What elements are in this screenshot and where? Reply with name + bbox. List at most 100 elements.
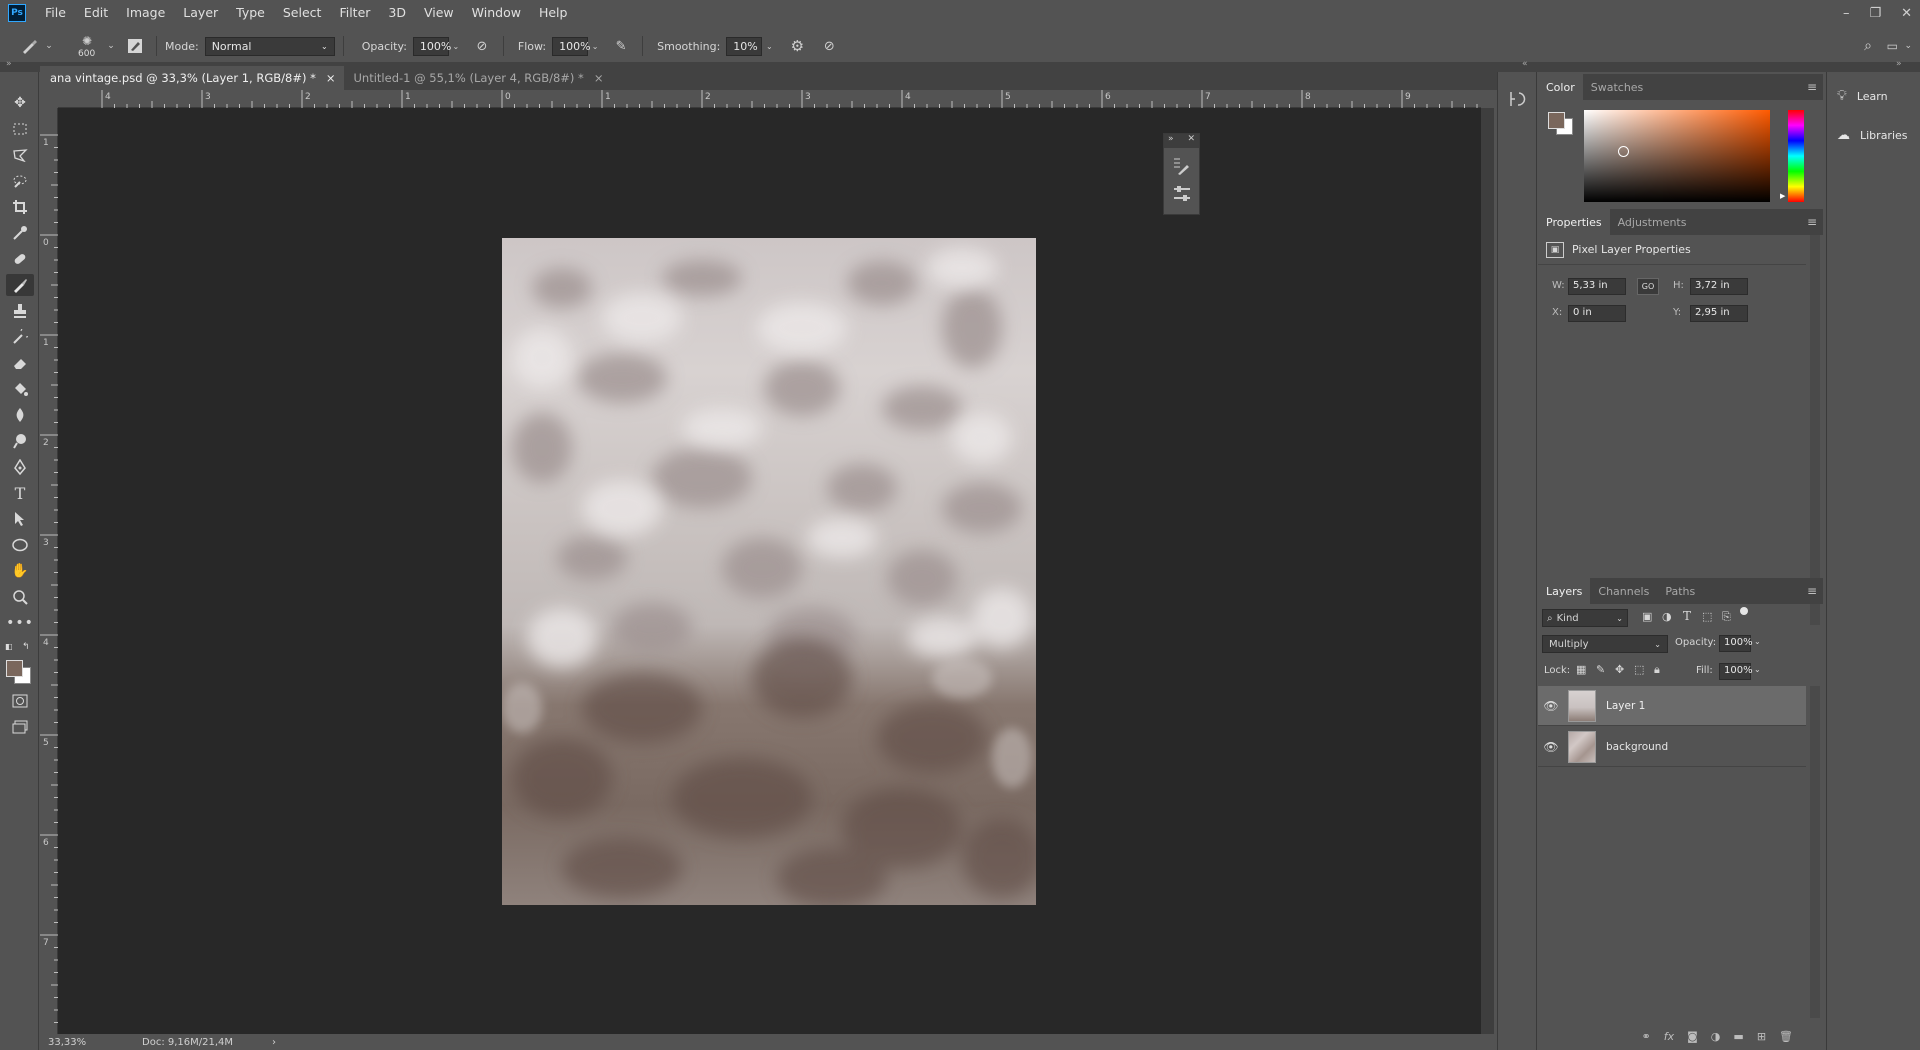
- height-field[interactable]: 3,72 in: [1690, 278, 1748, 295]
- brush-presets-icon[interactable]: [1172, 184, 1192, 207]
- lock-pixels-icon[interactable]: ✎: [1596, 663, 1605, 676]
- layers-scrollbar[interactable]: [1810, 686, 1820, 1018]
- zoom-level[interactable]: 33,33%: [48, 1037, 128, 1048]
- lasso-tool-icon[interactable]: [6, 144, 34, 166]
- chevron-down-icon[interactable]: ⌄: [44, 41, 54, 51]
- chevron-down-icon[interactable]: ⌄: [106, 41, 116, 51]
- tab-color[interactable]: Color: [1538, 74, 1583, 100]
- menu-edit[interactable]: Edit: [75, 0, 117, 26]
- hue-slider[interactable]: [1788, 110, 1804, 202]
- brush-settings-toggle-icon[interactable]: [122, 38, 148, 54]
- trash-icon[interactable]: 🗑︎: [1779, 1030, 1793, 1043]
- crop-tool-icon[interactable]: [6, 196, 34, 218]
- chevron-down-icon[interactable]: ⌄: [1904, 41, 1912, 51]
- restore-button[interactable]: ❐: [1869, 6, 1881, 21]
- filter-toggle-icon[interactable]: [1740, 607, 1748, 615]
- color-picker-cursor[interactable]: [1618, 146, 1629, 157]
- pressure-opacity-icon[interactable]: ⊘: [469, 39, 495, 54]
- history-brush-tool-icon[interactable]: [6, 326, 34, 348]
- chevron-down-icon[interactable]: ⌄: [1754, 665, 1761, 674]
- close-window-button[interactable]: ✕: [1901, 6, 1912, 21]
- brush-settings-icon[interactable]: [1172, 156, 1192, 179]
- smoothing-gear-icon[interactable]: ⚙: [784, 37, 810, 55]
- chevron-down-icon[interactable]: ⌄: [449, 42, 463, 51]
- close-icon[interactable]: ×: [594, 71, 604, 85]
- layer-filter-select[interactable]: ⌕ Kind ⌄: [1542, 609, 1628, 627]
- filter-type-icon[interactable]: T: [1683, 609, 1691, 623]
- tab-properties[interactable]: Properties: [1538, 209, 1610, 235]
- floating-panel-header[interactable]: » ✕: [1164, 134, 1199, 148]
- collapse-panels-icon[interactable]: »: [1896, 59, 1902, 69]
- vertical-ruler[interactable]: 1 0 1 2 3 4 5 6 7: [40, 108, 58, 1034]
- smoothing-input[interactable]: 10%: [726, 36, 763, 56]
- layer-opacity-input[interactable]: 100%: [1719, 635, 1753, 652]
- more-tools-icon[interactable]: •••: [6, 612, 34, 634]
- lock-artboard-icon[interactable]: ⬚: [1634, 663, 1644, 676]
- new-group-icon[interactable]: ▬: [1733, 1030, 1743, 1043]
- filter-pixel-icon[interactable]: ▣: [1642, 610, 1652, 623]
- menu-image[interactable]: Image: [117, 0, 174, 26]
- swap-colors-icon[interactable]: ↰: [22, 642, 30, 652]
- properties-scrollbar[interactable]: [1810, 235, 1820, 625]
- close-icon[interactable]: ×: [326, 71, 336, 85]
- collapse-panels-icon[interactable]: «: [1522, 59, 1528, 69]
- hue-slider-handle-icon[interactable]: ▶: [1780, 192, 1785, 200]
- menu-filter[interactable]: Filter: [330, 0, 379, 26]
- minimize-button[interactable]: –: [1843, 6, 1850, 21]
- tab-swatches[interactable]: Swatches: [1583, 74, 1652, 100]
- menu-3d[interactable]: 3D: [379, 0, 415, 26]
- tab-channels[interactable]: Channels: [1590, 578, 1657, 604]
- history-panel-icon[interactable]: [1508, 90, 1526, 111]
- add-mask-icon[interactable]: ◙: [1687, 1030, 1698, 1043]
- filter-adjustment-icon[interactable]: ◑: [1662, 610, 1672, 623]
- clone-stamp-tool-icon[interactable]: [6, 300, 34, 322]
- menu-type[interactable]: Type: [227, 0, 274, 26]
- ellipse-tool-icon[interactable]: [6, 534, 34, 556]
- layer-row-layer-1[interactable]: 👁︎ Layer 1: [1538, 686, 1806, 726]
- default-colors-icon[interactable]: ◧: [5, 642, 13, 651]
- filter-smart-object-icon[interactable]: ⎘: [1722, 610, 1731, 624]
- marquee-tool-icon[interactable]: [6, 118, 34, 140]
- close-icon[interactable]: ✕: [1187, 134, 1195, 144]
- healing-brush-tool-icon[interactable]: [6, 248, 34, 270]
- learn-item[interactable]: 💡︎ Learn: [1837, 88, 1888, 104]
- pen-tool-icon[interactable]: [6, 456, 34, 478]
- quick-mask-icon[interactable]: [6, 690, 34, 712]
- lock-position-icon[interactable]: ✥: [1615, 663, 1624, 676]
- layer-name[interactable]: Layer 1: [1606, 700, 1645, 712]
- zoom-tool-icon[interactable]: [6, 586, 34, 608]
- new-layer-icon[interactable]: ⊞: [1757, 1030, 1766, 1043]
- brush-tool-icon[interactable]: [6, 274, 34, 296]
- pressure-size-icon[interactable]: ⊘: [816, 39, 842, 54]
- fx-icon[interactable]: fx: [1664, 1030, 1674, 1043]
- horizontal-ruler[interactable]: 4 3 2 1 0 1 2 3 4 5 6 7 8 9: [58, 90, 1481, 108]
- filter-shape-icon[interactable]: ⬚: [1702, 610, 1712, 623]
- menu-select[interactable]: Select: [274, 0, 331, 26]
- lock-all-icon[interactable]: 🔒︎: [1654, 663, 1660, 677]
- paint-bucket-tool-icon[interactable]: [6, 378, 34, 400]
- path-selection-tool-icon[interactable]: [6, 508, 34, 530]
- eyedropper-tool-icon[interactable]: [6, 222, 34, 244]
- lock-transparent-icon[interactable]: ▦: [1576, 663, 1586, 676]
- tab-layers[interactable]: Layers: [1538, 578, 1591, 604]
- tab-paths[interactable]: Paths: [1657, 578, 1703, 604]
- dodge-tool-icon[interactable]: [6, 430, 34, 452]
- airbrush-icon[interactable]: ✎: [608, 39, 634, 54]
- libraries-item[interactable]: ☁ Libraries: [1837, 128, 1908, 143]
- foreground-color-swatch[interactable]: [6, 660, 23, 677]
- expand-icon[interactable]: »: [1168, 134, 1174, 144]
- search-icon[interactable]: ⌕: [1864, 38, 1872, 54]
- panel-menu-icon[interactable]: ≡: [1807, 215, 1817, 229]
- link-layers-icon[interactable]: ⚭: [1642, 1030, 1651, 1043]
- width-field[interactable]: 5,33 in: [1568, 278, 1626, 295]
- screen-mode-icon[interactable]: [6, 716, 34, 738]
- menu-help[interactable]: Help: [530, 0, 577, 26]
- y-field[interactable]: 2,95 in: [1690, 305, 1748, 322]
- color-field[interactable]: [1584, 110, 1770, 202]
- new-adjustment-layer-icon[interactable]: ◑: [1711, 1030, 1721, 1043]
- flow-input[interactable]: 100%: [552, 36, 591, 56]
- status-menu-arrow[interactable]: ›: [272, 1037, 276, 1048]
- opacity-input[interactable]: 100%: [412, 36, 451, 56]
- visibility-eye-icon[interactable]: 👁︎: [1538, 699, 1564, 713]
- visibility-eye-icon[interactable]: 👁︎: [1538, 740, 1564, 754]
